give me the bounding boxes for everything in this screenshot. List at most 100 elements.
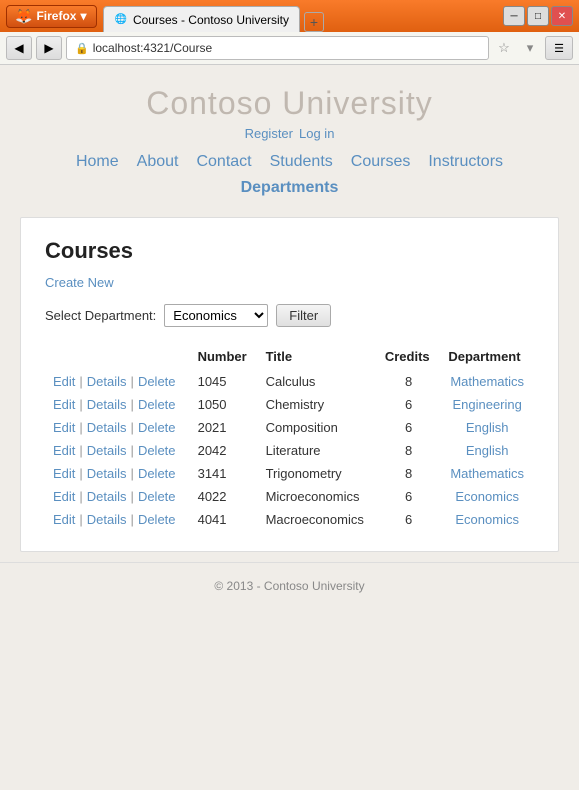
details-link[interactable]: Details	[87, 420, 127, 435]
details-link[interactable]: Details	[87, 374, 127, 389]
department-select[interactable]: All Economics Engineering English Mathem…	[164, 304, 268, 327]
course-number: 4041	[190, 508, 258, 531]
filter-row: Select Department: All Economics Enginee…	[45, 304, 534, 327]
back-button[interactable]: ◀	[6, 36, 32, 60]
course-credits: 8	[377, 370, 440, 393]
tab-bar: 🌐 Courses - Contoso University +	[103, 0, 497, 32]
lock-icon: 🔒	[75, 42, 89, 55]
table-row: Edit | Details | Delete 4041Macroeconomi…	[45, 508, 534, 531]
nav-departments[interactable]: Departments	[241, 179, 339, 197]
table-row: Edit | Details | Delete 4022Microeconomi…	[45, 485, 534, 508]
delete-link[interactable]: Delete	[138, 489, 176, 504]
edit-link[interactable]: Edit	[53, 397, 75, 412]
nav-second-row: Departments	[0, 179, 579, 197]
edit-link[interactable]: Edit	[53, 512, 75, 527]
sep2: |	[131, 466, 134, 481]
table-header-row: Number Title Credits Department	[45, 345, 534, 370]
url-bar[interactable]: 🔒 localhost:4321/Course	[66, 36, 489, 60]
delete-link[interactable]: Delete	[138, 443, 176, 458]
course-number: 2042	[190, 439, 258, 462]
bookmark-list-button[interactable]: ▾	[519, 37, 541, 59]
create-new-link[interactable]: Create New	[45, 275, 114, 290]
course-department: English	[440, 416, 534, 439]
course-credits: 6	[377, 508, 440, 531]
course-title: Composition	[258, 416, 377, 439]
course-title: Macroeconomics	[258, 508, 377, 531]
sep1: |	[79, 466, 82, 481]
details-link[interactable]: Details	[87, 489, 127, 504]
course-number: 1045	[190, 370, 258, 393]
details-link[interactable]: Details	[87, 466, 127, 481]
details-link[interactable]: Details	[87, 443, 127, 458]
nav-home[interactable]: Home	[76, 153, 119, 171]
sep1: |	[79, 489, 82, 504]
course-department: Engineering	[440, 393, 534, 416]
forward-button[interactable]: ▶	[36, 36, 62, 60]
sep1: |	[79, 420, 82, 435]
col-actions	[45, 345, 190, 370]
minimize-button[interactable]: ─	[503, 6, 525, 26]
new-tab-button[interactable]: +	[304, 12, 324, 32]
course-title: Trigonometry	[258, 462, 377, 485]
delete-link[interactable]: Delete	[138, 420, 176, 435]
browser-content: Contoso University Register Log in Home …	[0, 65, 579, 790]
filter-button[interactable]: Filter	[276, 304, 331, 327]
delete-link[interactable]: Delete	[138, 374, 176, 389]
details-link[interactable]: Details	[87, 397, 127, 412]
course-title: Microeconomics	[258, 485, 377, 508]
edit-link[interactable]: Edit	[53, 443, 75, 458]
delete-link[interactable]: Delete	[138, 466, 176, 481]
maximize-button[interactable]: □	[527, 6, 549, 26]
delete-link[interactable]: Delete	[138, 512, 176, 527]
page-wrapper: Contoso University Register Log in Home …	[0, 65, 579, 790]
edit-link[interactable]: Edit	[53, 420, 75, 435]
sep2: |	[131, 420, 134, 435]
course-department: Economics	[440, 508, 534, 531]
firefox-icon: 🦊	[15, 8, 32, 25]
course-title: Literature	[258, 439, 377, 462]
course-department: Economics	[440, 485, 534, 508]
auth-links: Register Log in	[0, 126, 579, 141]
table-row: Edit | Details | Delete 1050Chemistry6En…	[45, 393, 534, 416]
login-link[interactable]: Log in	[299, 126, 334, 141]
edit-link[interactable]: Edit	[53, 489, 75, 504]
table-row: Edit | Details | Delete 2042Literature8 E…	[45, 439, 534, 462]
sep2: |	[131, 397, 134, 412]
sep1: |	[79, 443, 82, 458]
nav-instructors[interactable]: Instructors	[428, 153, 503, 171]
course-number: 2021	[190, 416, 258, 439]
delete-link[interactable]: Delete	[138, 397, 176, 412]
course-credits: 6	[377, 485, 440, 508]
edit-link[interactable]: Edit	[53, 466, 75, 481]
window-controls: ─ □ ✕	[503, 6, 573, 26]
firefox-label: Firefox	[36, 9, 76, 23]
active-tab[interactable]: 🌐 Courses - Contoso University	[103, 6, 300, 32]
register-link[interactable]: Register	[245, 126, 293, 141]
course-credits: 6	[377, 416, 440, 439]
row-actions: Edit | Details | Delete	[45, 439, 190, 462]
bookmark-button[interactable]: ☆	[493, 37, 515, 59]
course-credits: 8	[377, 439, 440, 462]
dropdown-arrow: ▾	[80, 9, 86, 23]
course-number: 4022	[190, 485, 258, 508]
course-number: 1050	[190, 393, 258, 416]
nav-students[interactable]: Students	[270, 153, 333, 171]
browser-menu-button[interactable]: ☰	[545, 36, 573, 60]
site-header: Contoso University Register Log in Home …	[0, 65, 579, 207]
col-title: Title	[258, 345, 377, 370]
course-credits: 8	[377, 462, 440, 485]
url-text: localhost:4321/Course	[93, 41, 212, 55]
nav-contact[interactable]: Contact	[196, 153, 251, 171]
sep2: |	[131, 443, 134, 458]
tab-favicon: 🌐	[114, 14, 126, 25]
browser-navbar: ◀ ▶ 🔒 localhost:4321/Course ☆ ▾ ☰	[0, 32, 579, 65]
courses-table: Number Title Credits Department Edit | D…	[45, 345, 534, 531]
firefox-menu-button[interactable]: 🦊 Firefox ▾	[6, 5, 97, 28]
nav-courses[interactable]: Courses	[351, 153, 411, 171]
edit-link[interactable]: Edit	[53, 374, 75, 389]
nav-about[interactable]: About	[137, 153, 179, 171]
table-row: Edit | Details | Delete 3141Trigonometry…	[45, 462, 534, 485]
close-button[interactable]: ✕	[551, 6, 573, 26]
row-actions: Edit | Details | Delete	[45, 393, 190, 416]
details-link[interactable]: Details	[87, 512, 127, 527]
